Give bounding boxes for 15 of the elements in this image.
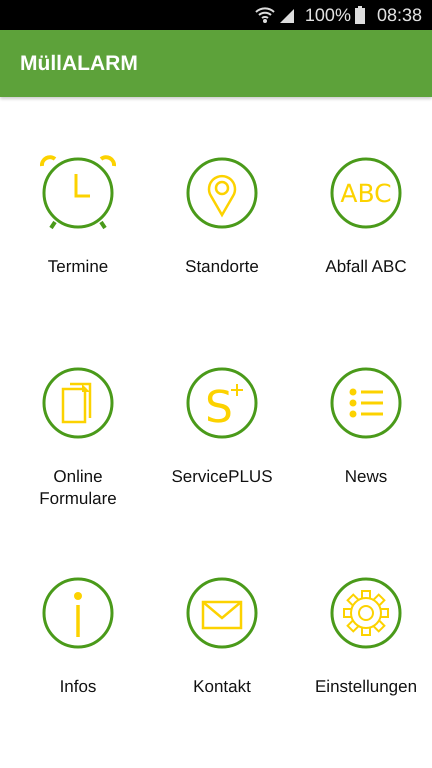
- battery-percent: 100%: [304, 4, 351, 26]
- menu-tile[interactable]: Termine: [6, 152, 150, 362]
- menu-tile[interactable]: News: [294, 362, 432, 572]
- menu-tile[interactable]: Einstellungen: [294, 572, 432, 768]
- menu-tile[interactable]: Online Formulare: [6, 362, 150, 572]
- menu-tile[interactable]: Kontakt: [150, 572, 294, 768]
- clock-time: 08:38: [376, 4, 422, 26]
- battery-icon: [354, 6, 365, 24]
- wifi-icon: [254, 6, 275, 24]
- menu-tile[interactable]: Infos: [6, 572, 150, 768]
- menu-tile[interactable]: S ServicePLUS: [150, 362, 294, 572]
- menu-tile[interactable]: ABC Abfall ABC: [294, 152, 432, 362]
- signal-icon: [278, 7, 295, 23]
- app-title: MüllALARM: [19, 50, 138, 77]
- menu-tile[interactable]: Standorte: [150, 152, 294, 362]
